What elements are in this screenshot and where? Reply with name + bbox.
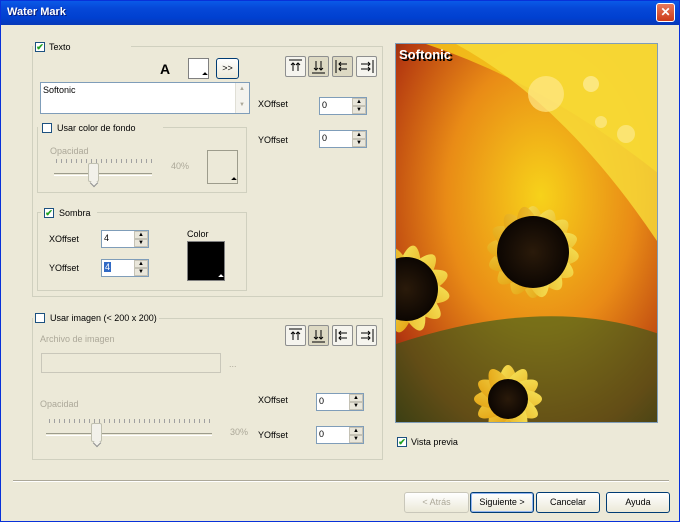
text-yoffset-spinner[interactable]: 0 ▲ ▼: [319, 130, 367, 148]
background-color-label: Usar color de fondo: [57, 123, 136, 133]
spin-up-icon[interactable]: ▲: [352, 98, 366, 106]
background-opacity-track: [54, 173, 152, 176]
image-opacity-label: Opacidad: [40, 399, 79, 409]
text-color-picker[interactable]: [188, 58, 209, 79]
shadow-yoffset-value: 4: [104, 262, 112, 272]
spin-up-icon[interactable]: ▲: [349, 394, 363, 402]
text-scrollbar[interactable]: ▲ ▼: [235, 83, 249, 113]
dropdown-arrow-icon: [202, 72, 208, 78]
shadow-checkbox[interactable]: ✔: [44, 208, 54, 218]
image-opacity-thumb[interactable]: [91, 423, 102, 442]
footer-divider: [13, 480, 669, 482]
image-opacity-ticks: [49, 419, 211, 423]
text-yoffset-label: YOffset: [258, 135, 288, 145]
title-bar[interactable]: Water Mark ✕: [1, 1, 679, 25]
image-checkbox[interactable]: [35, 313, 45, 323]
image-align-top-icon[interactable]: [285, 325, 306, 346]
shadow-xoffset-label: XOffset: [49, 234, 79, 244]
watermark-text-input[interactable]: Softonic ▲ ▼: [40, 82, 250, 114]
back-button[interactable]: < Atrás: [404, 492, 469, 513]
preview-label: Vista previa: [411, 437, 458, 447]
spin-down-icon[interactable]: ▼: [134, 268, 148, 276]
scroll-down-icon: ▼: [239, 102, 245, 108]
align-left-icon[interactable]: [332, 56, 353, 77]
text-xoffset-value: 0: [322, 100, 328, 110]
spin-up-icon[interactable]: ▲: [134, 260, 148, 268]
background-opacity-value: 40%: [171, 161, 190, 171]
cancel-button[interactable]: Cancelar: [536, 492, 600, 513]
image-xoffset-value: 0: [319, 396, 325, 406]
scroll-up-icon: ▲: [239, 86, 245, 92]
spin-down-icon[interactable]: ▼: [349, 435, 363, 443]
font-icon[interactable]: A: [160, 61, 170, 77]
preview-image: Softonic: [395, 43, 658, 423]
background-opacity-thumb[interactable]: [88, 163, 99, 182]
image-align-bottom-icon[interactable]: [308, 325, 329, 346]
spin-up-icon[interactable]: ▲: [349, 427, 363, 435]
align-bottom-icon[interactable]: [308, 56, 329, 77]
background-opacity-label: Opacidad: [50, 146, 89, 156]
image-xoffset-label: XOffset: [258, 395, 288, 405]
watermark-overlay-text: Softonic: [399, 47, 451, 62]
background-color-swatch[interactable]: [207, 150, 238, 184]
align-right-icon[interactable]: [356, 56, 377, 77]
text-yoffset-value: 0: [322, 133, 328, 143]
text-checkbox[interactable]: ✔: [35, 42, 45, 52]
image-file-input[interactable]: [41, 353, 221, 373]
spin-down-icon[interactable]: ▼: [349, 402, 363, 410]
spin-down-icon[interactable]: ▼: [134, 239, 148, 247]
sunflower-photo: [396, 44, 657, 422]
image-yoffset-label: YOffset: [258, 430, 288, 440]
background-opacity-ticks: [56, 159, 152, 163]
more-options-button[interactable]: >>: [216, 58, 239, 79]
text-checkbox-label: Texto: [49, 42, 71, 52]
close-button[interactable]: ✕: [656, 3, 675, 22]
spin-down-icon[interactable]: ▼: [352, 106, 366, 114]
spin-up-icon[interactable]: ▲: [134, 231, 148, 239]
image-browse-button[interactable]: ...: [229, 359, 237, 369]
window-title: Water Mark: [7, 6, 66, 18]
shadow-label: Sombra: [59, 208, 91, 218]
image-yoffset-value: 0: [319, 429, 325, 439]
spin-up-icon[interactable]: ▲: [352, 131, 366, 139]
shadow-color-label: Color: [187, 229, 209, 239]
close-icon: ✕: [660, 5, 671, 19]
image-xoffset-spinner[interactable]: 0 ▲ ▼: [316, 393, 364, 411]
next-button[interactable]: Siguiente >: [470, 492, 534, 513]
background-color-checkbox[interactable]: [42, 123, 52, 133]
image-checkbox-label: Usar imagen (< 200 x 200): [50, 313, 157, 323]
water-mark-dialog: Water Mark ✕ ✔ Texto A >> Softonic ▲ ▼ X…: [0, 0, 680, 522]
watermark-text-value: Softonic: [43, 85, 76, 95]
text-xoffset-spinner[interactable]: 0 ▲ ▼: [319, 97, 367, 115]
shadow-yoffset-label: YOffset: [49, 263, 79, 273]
preview-checkbox[interactable]: ✔: [397, 437, 407, 447]
shadow-color-swatch[interactable]: [187, 241, 225, 281]
dropdown-arrow-icon: [218, 274, 224, 280]
shadow-xoffset-spinner[interactable]: 4 ▲ ▼: [101, 230, 149, 248]
shadow-xoffset-value: 4: [104, 233, 110, 243]
align-top-icon[interactable]: [285, 56, 306, 77]
text-xoffset-label: XOffset: [258, 99, 288, 109]
dropdown-arrow-icon: [231, 177, 237, 183]
image-align-right-icon[interactable]: [356, 325, 377, 346]
image-opacity-value: 30%: [230, 427, 249, 437]
spin-down-icon[interactable]: ▼: [352, 139, 366, 147]
shadow-yoffset-spinner[interactable]: 4 ▲ ▼: [101, 259, 149, 277]
image-file-label: Archivo de imagen: [40, 334, 115, 344]
image-opacity-track: [46, 433, 212, 436]
image-align-left-icon[interactable]: [332, 325, 353, 346]
help-button[interactable]: Ayuda: [606, 492, 670, 513]
image-yoffset-spinner[interactable]: 0 ▲ ▼: [316, 426, 364, 444]
